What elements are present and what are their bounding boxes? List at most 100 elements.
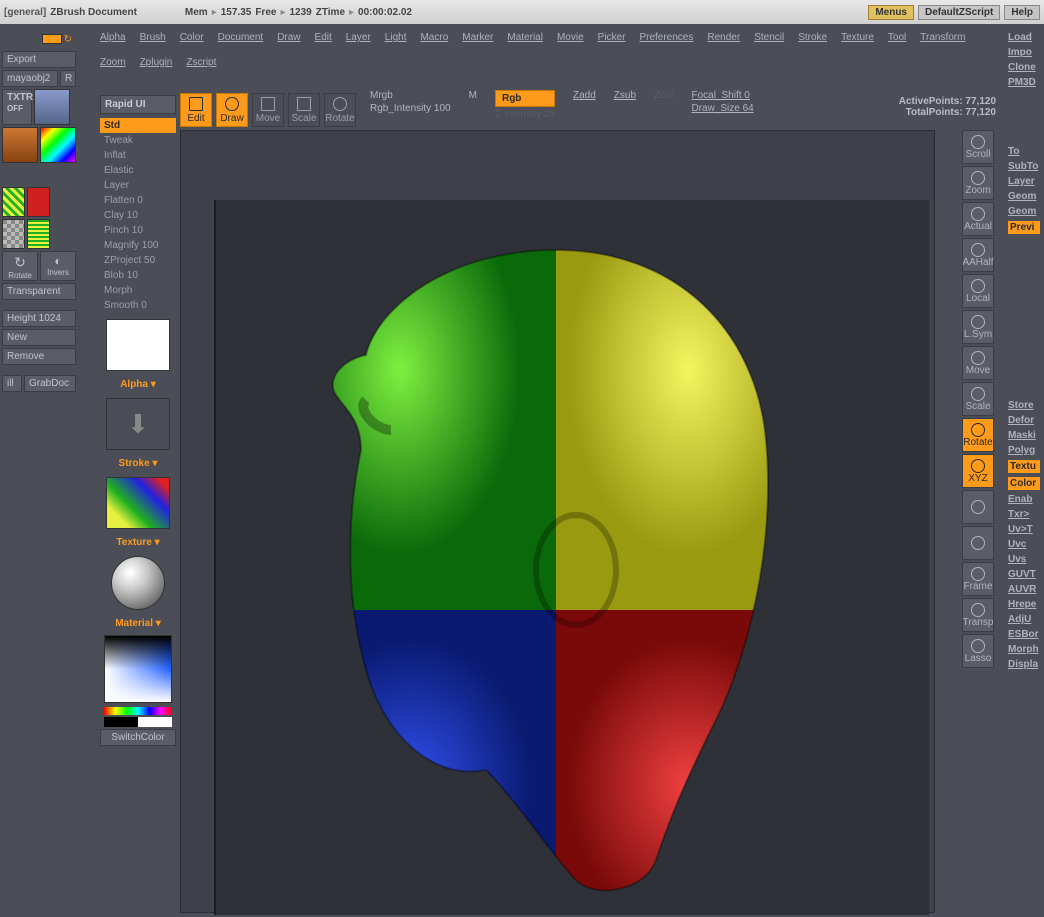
menu-document[interactable]: Document: [218, 32, 264, 43]
menu-edit[interactable]: Edit: [315, 32, 332, 43]
brush-zproject50[interactable]: ZProject 50: [100, 253, 176, 268]
rtool-local[interactable]: Local: [962, 274, 994, 308]
panel-textu[interactable]: Textu: [1008, 460, 1040, 473]
panel-pm3d[interactable]: PM3D: [1008, 77, 1040, 88]
red-swatch[interactable]: [27, 187, 50, 217]
panel-polyg[interactable]: Polyg: [1008, 445, 1040, 456]
edit-mode[interactable]: Edit: [180, 93, 212, 127]
grabdoc-button[interactable]: GrabDoc: [24, 375, 76, 392]
brush-flatten0[interactable]: Flatten 0: [100, 193, 176, 208]
brush-inflat[interactable]: Inflat: [100, 148, 176, 163]
menu-color[interactable]: Color: [180, 32, 204, 43]
panel-subto[interactable]: SubTo: [1008, 161, 1040, 172]
rgb-toggle[interactable]: Rgb: [495, 90, 555, 107]
draw-mode[interactable]: Draw: [216, 93, 248, 127]
menu-brush[interactable]: Brush: [140, 32, 166, 43]
texture-swatch-2[interactable]: [2, 127, 38, 163]
brush-tweak[interactable]: Tweak: [100, 133, 176, 148]
menu-picker[interactable]: Picker: [598, 32, 626, 43]
height-field[interactable]: Height 1024: [2, 310, 76, 327]
menu-tool[interactable]: Tool: [888, 32, 906, 43]
menu-marker[interactable]: Marker: [462, 32, 493, 43]
mayaobj-button[interactable]: mayaobj2: [2, 70, 58, 87]
refresh-icon[interactable]: ↻: [64, 34, 72, 45]
material-label[interactable]: Material ▾: [100, 616, 176, 631]
help-button[interactable]: Help: [1004, 5, 1040, 20]
rtool-rotate[interactable]: Rotate: [962, 418, 994, 452]
brush-std[interactable]: Std: [100, 118, 176, 133]
menu-draw[interactable]: Draw: [277, 32, 300, 43]
hue-slider[interactable]: [104, 707, 172, 715]
panel-displa[interactable]: Displa: [1008, 659, 1040, 670]
menu-stencil[interactable]: Stencil: [754, 32, 784, 43]
brush-clay10[interactable]: Clay 10: [100, 208, 176, 223]
rtool-aahalf[interactable]: AAHalf: [962, 238, 994, 272]
brush-layer[interactable]: Layer: [100, 178, 176, 193]
panel-txr>[interactable]: Txr>: [1008, 509, 1040, 520]
panel-esbor[interactable]: ESBor: [1008, 629, 1040, 640]
alpha-thumbnail[interactable]: [106, 319, 170, 371]
stroke-label[interactable]: Stroke ▾: [100, 456, 176, 471]
rtool-lsym[interactable]: L.Sym: [962, 310, 994, 344]
rtool-transp[interactable]: Transp: [962, 598, 994, 632]
stroke-thumbnail[interactable]: ⬇: [106, 398, 170, 450]
transparent-button[interactable]: Transparent: [2, 283, 76, 300]
panel-previ[interactable]: Previ: [1008, 221, 1040, 234]
export-button[interactable]: Export: [2, 51, 76, 68]
panel-uv>t[interactable]: Uv>T: [1008, 524, 1040, 535]
panel-uvs[interactable]: Uvs: [1008, 554, 1040, 565]
panel-geom[interactable]: Geom: [1008, 206, 1040, 217]
texture-label[interactable]: Texture ▾: [100, 535, 176, 550]
brush-magnify100[interactable]: Magnify 100: [100, 238, 176, 253]
color-gradient-swatch[interactable]: [40, 127, 76, 163]
panel-guvt[interactable]: GUVT: [1008, 569, 1040, 580]
panel-layer[interactable]: Layer: [1008, 176, 1040, 187]
panel-defor[interactable]: Defor: [1008, 415, 1040, 426]
noise-swatch-1[interactable]: [2, 187, 25, 217]
scale-mode[interactable]: Scale: [288, 93, 320, 127]
rtool-scroll[interactable]: Scroll: [962, 130, 994, 164]
panel-impo[interactable]: Impo: [1008, 47, 1040, 58]
brush-pinch10[interactable]: Pinch 10: [100, 223, 176, 238]
rtool-actual[interactable]: Actual: [962, 202, 994, 236]
panel-store[interactable]: Store: [1008, 400, 1040, 411]
color-swap[interactable]: [104, 717, 172, 727]
rtool-frame[interactable]: Frame: [962, 562, 994, 596]
rotate-mode[interactable]: Rotate: [324, 93, 356, 127]
menu-light[interactable]: Light: [385, 32, 407, 43]
menu-preferences[interactable]: Preferences: [639, 32, 693, 43]
rapid-ui-header[interactable]: Rapid UI: [100, 95, 176, 114]
brush-elastic[interactable]: Elastic: [100, 163, 176, 178]
menu-zscript[interactable]: Zscript: [186, 57, 216, 68]
panel-color[interactable]: Color: [1008, 477, 1040, 490]
rtool-icon11[interactable]: [962, 526, 994, 560]
viewport[interactable]: [214, 200, 929, 915]
menu-layer[interactable]: Layer: [346, 32, 371, 43]
new-button[interactable]: New: [2, 329, 76, 346]
rotate-button[interactable]: ↻Rotate: [2, 251, 38, 281]
r-button[interactable]: R: [60, 70, 76, 87]
menu-stroke[interactable]: Stroke: [798, 32, 827, 43]
inverse-button[interactable]: ◐Invers: [40, 251, 76, 281]
panel-morph[interactable]: Morph: [1008, 644, 1040, 655]
alpha-label[interactable]: Alpha ▾: [100, 377, 176, 392]
panel-hrepe[interactable]: Hrepe: [1008, 599, 1040, 610]
panel-clone[interactable]: Clone: [1008, 62, 1040, 73]
menu-render[interactable]: Render: [707, 32, 740, 43]
menu-transform[interactable]: Transform: [920, 32, 965, 43]
move-mode[interactable]: Move: [252, 93, 284, 127]
ill-button[interactable]: ill: [2, 375, 22, 392]
color-picker[interactable]: [104, 635, 172, 703]
toggle-icon[interactable]: [42, 34, 62, 44]
brush-smooth0[interactable]: Smooth 0: [100, 298, 176, 313]
brush-blob10[interactable]: Blob 10: [100, 268, 176, 283]
panel-maski[interactable]: Maski: [1008, 430, 1040, 441]
menus-button[interactable]: Menus: [868, 5, 914, 20]
noise-swatch-2[interactable]: [27, 219, 50, 249]
rtool-scale[interactable]: Scale: [962, 382, 994, 416]
menu-zplugin[interactable]: Zplugin: [140, 57, 173, 68]
panel-to[interactable]: To: [1008, 146, 1040, 157]
brush-morph[interactable]: Morph: [100, 283, 176, 298]
menu-texture[interactable]: Texture: [841, 32, 874, 43]
panel-adju[interactable]: AdjU: [1008, 614, 1040, 625]
